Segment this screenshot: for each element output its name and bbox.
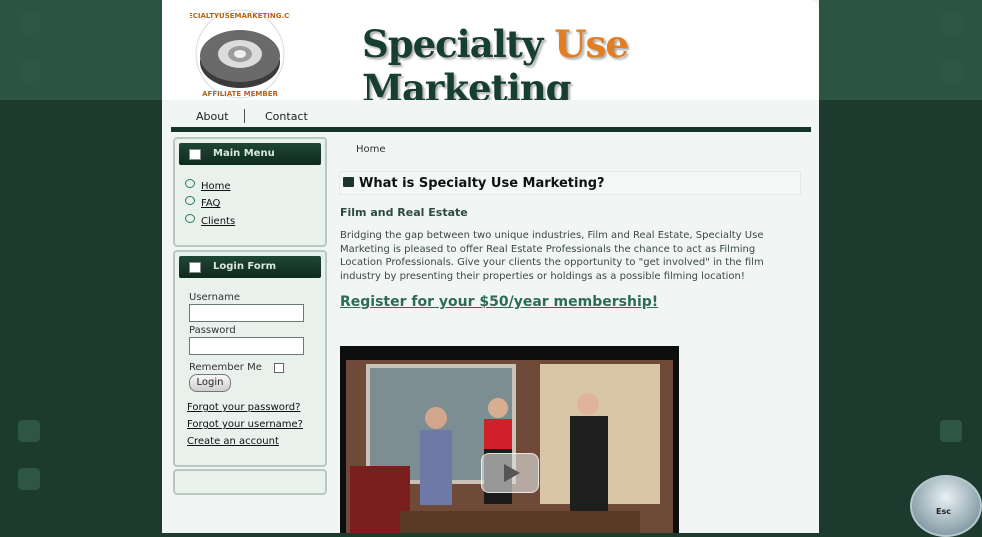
menu-item-clients[interactable]: Clients <box>185 213 236 227</box>
article-title-bar: What is Specialty Use Marketing? <box>339 171 801 195</box>
nav-divider-bar <box>171 127 811 132</box>
film-strip-icon <box>18 60 40 82</box>
remember-me-label: Remember Me <box>189 362 262 373</box>
article-body: Bridging the gap between two unique indu… <box>340 230 764 282</box>
empty-module <box>173 469 327 495</box>
film-strip-icon <box>940 420 962 442</box>
remember-me-checkbox[interactable] <box>274 363 284 373</box>
film-strip-icon <box>18 468 40 490</box>
film-strip-icon <box>940 12 962 34</box>
film-strip-icon <box>18 420 40 442</box>
video-player[interactable] <box>340 346 679 533</box>
forgot-password-link[interactable]: Forgot your password? <box>187 402 300 413</box>
login-form-module: Login Form Username Password Remember Me… <box>173 250 327 467</box>
video-thumbnail <box>340 346 679 533</box>
forgot-username-link[interactable]: Forgot your username? <box>187 419 303 430</box>
main-menu-header: Main Menu <box>179 143 321 165</box>
brand-part1: Specialty <box>362 22 555 66</box>
login-form-header: Login Form <box>179 256 321 278</box>
article-subtitle: Film and Real Estate <box>340 206 468 219</box>
speech-bubble-icon <box>185 213 195 223</box>
menu-item-label: Home <box>201 181 231 192</box>
login-button[interactable]: Login <box>189 374 231 392</box>
svg-text:AFFILIATE MEMBER: AFFILIATE MEMBER <box>202 90 278 98</box>
header: SPECIALTYUSEMARKETING.COM AFFILIATE MEMB… <box>162 0 819 110</box>
menu-item-faq[interactable]: FAQ <box>185 195 221 209</box>
module-icon <box>189 262 201 273</box>
affiliate-logo: SPECIALTYUSEMARKETING.COM AFFILIATE MEMB… <box>190 9 290 99</box>
brand-accent: Use <box>554 22 629 66</box>
menu-item-label: Clients <box>201 216 236 227</box>
menu-item-home[interactable]: Home <box>185 178 231 192</box>
username-input[interactable] <box>189 304 304 322</box>
film-strip-icon <box>18 12 40 34</box>
esc-label: Esc <box>936 507 951 516</box>
create-account-link[interactable]: Create an account <box>187 436 279 447</box>
main-menu-title: Main Menu <box>213 148 275 159</box>
svg-text:SPECIALTYUSEMARKETING.COM: SPECIALTYUSEMARKETING.COM <box>190 12 290 20</box>
module-icon <box>189 149 201 160</box>
nav-contact[interactable]: Contact <box>265 110 308 123</box>
breadcrumb: Home <box>356 144 386 155</box>
username-label: Username <box>189 292 240 303</box>
register-link[interactable]: Register for your $50/year membership! <box>340 294 658 310</box>
page-container: SPECIALTYUSEMARKETING.COM AFFILIATE MEMB… <box>162 0 819 533</box>
film-strip-icon <box>940 60 962 82</box>
password-input[interactable] <box>189 337 304 355</box>
nav-about[interactable]: About <box>196 110 229 123</box>
login-form-title: Login Form <box>213 261 277 272</box>
speech-bubble-icon <box>343 177 354 187</box>
menu-item-label: FAQ <box>201 198 221 209</box>
password-label: Password <box>189 325 236 336</box>
page-title: What is Specialty Use Marketing? <box>359 176 605 191</box>
speech-bubble-icon <box>185 178 195 188</box>
top-nav: About Contact <box>162 100 819 126</box>
esc-button[interactable]: Esc <box>910 475 982 537</box>
site-title: Specialty Use Marketing <box>362 22 819 110</box>
play-icon[interactable] <box>481 453 539 493</box>
nav-divider <box>244 109 245 123</box>
main-menu-module: Main Menu Home FAQ Clients <box>173 137 327 247</box>
speech-bubble-icon <box>185 195 195 205</box>
